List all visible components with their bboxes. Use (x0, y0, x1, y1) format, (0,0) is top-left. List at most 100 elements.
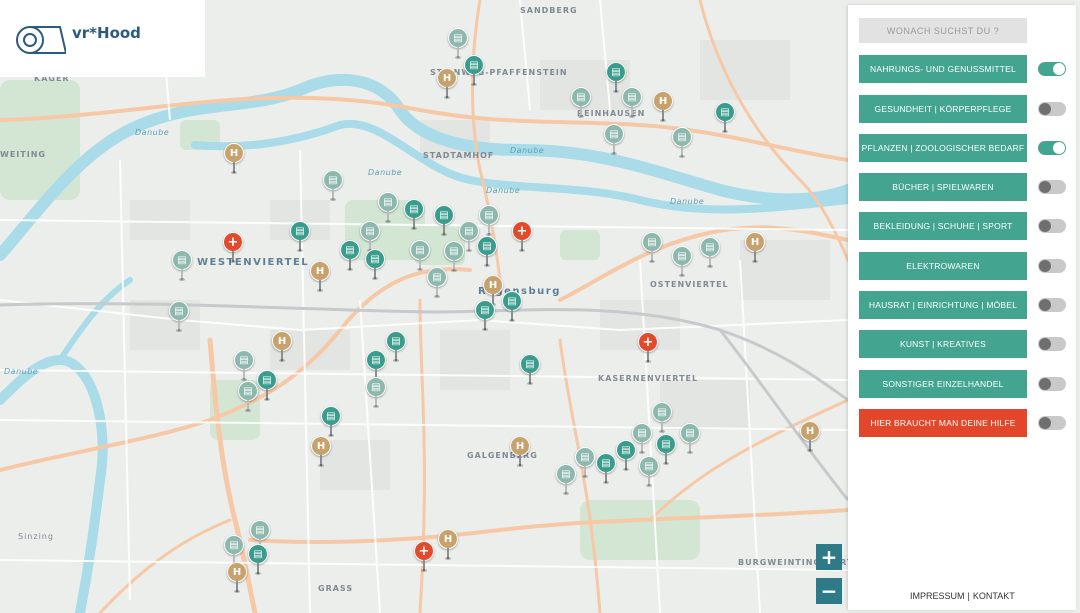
shop-pin[interactable]: ▤ (290, 221, 310, 253)
category-sonstiger[interactable]: SONSTIGER EINZELHANDEL (859, 370, 1027, 398)
shop-pin[interactable]: ▤ (616, 440, 636, 472)
house-pin[interactable]: H (800, 421, 820, 453)
shop-pin[interactable]: ▤ (596, 453, 616, 485)
house-pin[interactable]: H (224, 143, 244, 175)
house-pin[interactable]: H (311, 436, 331, 468)
shop-pin[interactable]: ▤ (365, 249, 385, 281)
shop-pin[interactable]: ▤ (639, 456, 659, 488)
shop-pin[interactable]: ▤ (444, 241, 464, 273)
shop-pin[interactable]: ▤ (340, 240, 360, 272)
shop-pin[interactable]: ▤ (234, 350, 254, 382)
category-bekleidung[interactable]: BEKLEIDUNG | SCHUHE | SPORT (859, 212, 1027, 240)
shop-icon: ▤ (404, 199, 424, 219)
logo[interactable]: vr*Hood (0, 0, 205, 77)
impressum-link[interactable]: IMPRESSUM (910, 591, 965, 601)
house-pin[interactable]: H (653, 91, 673, 123)
map-label-westenviertel: WESTENVIERTEL (197, 257, 310, 268)
help-pin[interactable]: + (512, 221, 532, 253)
toggle-buecher[interactable] (1038, 180, 1066, 194)
shop-icon: ▤ (448, 28, 468, 48)
map-label-sandberg: SANDBERG (520, 6, 578, 15)
shop-icon: ▤ (475, 300, 495, 320)
help-pin[interactable]: + (638, 332, 658, 364)
shop-icon: ▤ (479, 205, 499, 225)
toggle-sonstiger[interactable] (1038, 377, 1066, 391)
shop-pin[interactable]: ▤ (479, 205, 499, 237)
shop-pin[interactable]: ▤ (323, 170, 343, 202)
help-pin[interactable]: + (223, 232, 243, 264)
house-icon: H (310, 261, 330, 281)
category-pflanzen[interactable]: PFLANZEN | ZOOLOGISCHER BEDARF (859, 134, 1027, 162)
shop-pin[interactable]: ▤ (169, 301, 189, 333)
house-pin[interactable]: H (745, 232, 765, 264)
shop-pin[interactable]: ▤ (404, 199, 424, 231)
shop-pin[interactable]: ▤ (715, 102, 735, 134)
house-pin[interactable]: H (437, 68, 457, 100)
shop-pin[interactable]: ▤ (642, 232, 662, 264)
search-button[interactable]: WONACH SUCHST DU ? (859, 18, 1027, 43)
shop-icon: ▤ (323, 170, 343, 190)
shop-pin[interactable]: ▤ (257, 370, 277, 402)
toggle-pflanzen[interactable] (1038, 141, 1066, 155)
shop-pin[interactable]: ▤ (502, 291, 522, 323)
shop-pin[interactable]: ▤ (475, 300, 495, 332)
help-pin[interactable]: + (414, 541, 434, 573)
shop-pin[interactable]: ▤ (477, 236, 497, 268)
zoom-out-button[interactable]: − (816, 578, 842, 604)
category-hilfe[interactable]: HIER BRAUCHT MAN DEINE HILFE (859, 409, 1027, 437)
footer-separator: | (967, 591, 970, 601)
shop-pin[interactable]: ▤ (378, 192, 398, 224)
shop-icon: ▤ (378, 192, 398, 212)
house-pin[interactable]: H (272, 331, 292, 363)
shop-pin[interactable]: ▤ (386, 331, 406, 363)
shop-pin[interactable]: ▤ (464, 55, 484, 87)
shop-pin[interactable]: ▤ (520, 354, 540, 386)
shop-pin[interactable]: ▤ (672, 127, 692, 159)
shop-pin[interactable]: ▤ (575, 447, 595, 479)
shop-pin[interactable]: ▤ (321, 406, 341, 438)
shop-pin[interactable]: ▤ (604, 124, 624, 156)
shop-pin[interactable]: ▤ (680, 423, 700, 455)
category-gesundheit[interactable]: GESUNDHEIT | KÖRPERPFLEGE (859, 95, 1027, 123)
toggle-nahrung[interactable] (1038, 62, 1066, 76)
shop-pin[interactable]: ▤ (700, 237, 720, 269)
shop-icon: ▤ (248, 544, 268, 564)
category-hausrat[interactable]: HAUSRAT | EINRICHTUNG | MÖBEL (859, 291, 1027, 319)
toggle-kunst[interactable] (1038, 337, 1066, 351)
zoom-in-button[interactable]: + (816, 544, 842, 570)
shop-pin[interactable]: ▤ (672, 246, 692, 278)
category-buecher[interactable]: BÜCHER | SPIELWAREN (859, 173, 1027, 201)
map-label-river: Danube (486, 186, 521, 195)
shop-pin[interactable]: ▤ (571, 87, 591, 119)
toggle-gesundheit[interactable] (1038, 102, 1066, 116)
category-kunst[interactable]: KUNST | KREATIVES (859, 330, 1027, 358)
house-pin[interactable]: H (310, 261, 330, 293)
shop-icon: ▤ (224, 535, 244, 555)
toggle-bekleidung[interactable] (1038, 219, 1066, 233)
category-nahrung[interactable]: NAHRUNGS- UND GENUSSMITTEL (859, 55, 1027, 83)
house-pin[interactable]: H (227, 562, 247, 594)
shop-pin[interactable]: ▤ (172, 250, 192, 282)
toggle-hausrat[interactable] (1038, 298, 1066, 312)
shop-pin[interactable]: ▤ (238, 381, 258, 413)
shop-pin[interactable]: ▤ (427, 267, 447, 299)
shop-icon: ▤ (169, 301, 189, 321)
kontakt-link[interactable]: KONTAKT (973, 591, 1015, 601)
shop-pin[interactable]: ▤ (248, 544, 268, 576)
house-pin[interactable]: H (510, 436, 530, 468)
shop-pin[interactable]: ▤ (366, 377, 386, 409)
category-elektrowaren[interactable]: ELEKTROWAREN (859, 252, 1027, 280)
shop-pin[interactable]: ▤ (652, 402, 672, 434)
shop-icon: ▤ (604, 124, 624, 144)
house-icon: H (224, 143, 244, 163)
house-pin[interactable]: H (438, 529, 458, 561)
shop-pin[interactable]: ▤ (656, 434, 676, 466)
toggle-elektrowaren[interactable] (1038, 259, 1066, 273)
shop-icon: ▤ (700, 237, 720, 257)
shop-pin[interactable]: ▤ (434, 205, 454, 237)
shop-pin[interactable]: ▤ (556, 464, 576, 496)
shop-pin[interactable]: ▤ (622, 87, 642, 119)
shop-icon: ▤ (257, 370, 277, 390)
house-icon: H (272, 331, 292, 351)
toggle-hilfe[interactable] (1038, 416, 1066, 430)
